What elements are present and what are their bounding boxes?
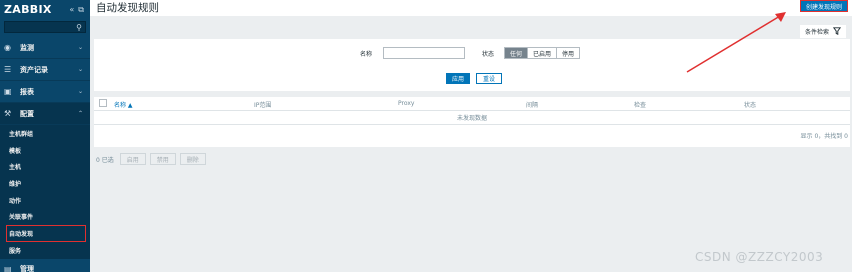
- menu-item-configuration[interactable]: ⚒ 配置 ⌃: [0, 103, 90, 125]
- submenu-item-templates[interactable]: 模板: [0, 142, 90, 159]
- menu-item-monitoring[interactable]: ◉ 监测 ⌄: [0, 37, 90, 59]
- wrench-icon: ⚒: [4, 109, 12, 118]
- paging-info: 显示 0，共找到 0: [800, 133, 848, 140]
- discovery-rules-table: 名称 ▲ IP范围 Proxy 间隔 检查 状态 未发现数据 显示 0，共找到 …: [94, 97, 850, 147]
- status-option-any[interactable]: 任何: [505, 48, 529, 58]
- column-header-proxy: Proxy: [398, 100, 415, 107]
- submenu-item-event-correlation[interactable]: 关联事件: [0, 208, 90, 225]
- filter-tab[interactable]: 条件检索: [800, 25, 846, 38]
- select-all-checkbox[interactable]: [99, 99, 107, 107]
- status-option-enabled[interactable]: 已启用: [528, 48, 558, 58]
- disable-button[interactable]: 禁用: [149, 153, 176, 165]
- chevron-up-icon: ⌃: [77, 110, 83, 117]
- list-icon: ☰: [4, 65, 12, 74]
- page-title: 自动发现规则: [96, 2, 159, 14]
- submenu-item-hosts[interactable]: 主机: [0, 158, 90, 175]
- admin-icon: ▤: [4, 264, 12, 272]
- sidebar: ZABBIX « ⧉ ⚲ ◉ 监测 ⌄ ☰ 资产记录 ⌄ ▣ 报表 ⌄ ⚒ 配置…: [0, 0, 90, 272]
- column-header-ip-range: IP范围: [254, 102, 272, 109]
- filter-icon: [832, 26, 842, 37]
- column-header-interval: 间隔: [526, 102, 539, 109]
- eye-icon: ◉: [4, 43, 11, 52]
- kiosk-mode-icon[interactable]: ⧉: [78, 5, 84, 15]
- menu-item-administration[interactable]: ▤ 管理: [0, 259, 90, 272]
- column-header-status: 状态: [744, 102, 757, 109]
- table-footer: 显示 0，共找到 0: [94, 125, 850, 145]
- delete-button[interactable]: 删除: [179, 153, 206, 165]
- status-segmented-control: 任何 已启用 停用: [504, 47, 581, 59]
- name-label: 名称: [360, 51, 373, 58]
- search-icon[interactable]: ⚲: [76, 23, 82, 32]
- submenu-item-maintenance[interactable]: 维护: [0, 175, 90, 192]
- menu-item-label: 资产记录: [20, 65, 48, 74]
- menu-item-label: 配置: [20, 109, 34, 118]
- filter-panel: 名称 状态 任何 已启用 停用 应用 重设: [94, 39, 850, 91]
- status-option-disabled[interactable]: 停用: [557, 48, 580, 58]
- main-content: 自动发现规则 创建发现规则 条件检索 名称 状态 任何 已启用 停用 应用 重设…: [90, 0, 852, 272]
- mass-actions-bar: 0 已选 启用 禁用 删除: [96, 153, 206, 165]
- name-input[interactable]: [383, 47, 465, 59]
- apply-button[interactable]: 应用: [446, 73, 471, 84]
- submenu-item-services[interactable]: 服务: [0, 242, 90, 259]
- enable-button[interactable]: 启用: [119, 153, 146, 165]
- configuration-submenu: 主机群组 模板 主机 维护 动作 关联事件 自动发现 服务: [0, 125, 90, 259]
- create-discovery-rule-button[interactable]: 创建发现规则: [799, 0, 848, 12]
- menu-item-label: 管理: [20, 265, 34, 272]
- submenu-item-actions[interactable]: 动作: [0, 192, 90, 209]
- submenu-item-host-groups[interactable]: 主机群组: [0, 125, 90, 142]
- menu-item-label: 报表: [20, 87, 34, 96]
- selected-count: 0 已选: [96, 156, 114, 164]
- watermark: CSDN @ZZZCY2003: [695, 250, 824, 264]
- reset-button[interactable]: 重设: [476, 73, 503, 84]
- filter-tab-label: 条件检索: [804, 29, 829, 36]
- menu-item-label: 监测: [20, 43, 34, 52]
- submenu-item-discovery[interactable]: 自动发现: [6, 225, 86, 242]
- chevron-down-icon: ⌄: [77, 88, 83, 95]
- column-header-checks: 检查: [634, 102, 647, 109]
- chevron-down-icon: ⌄: [77, 44, 83, 51]
- menu-item-reports[interactable]: ▣ 报表 ⌄: [0, 81, 90, 103]
- zabbix-logo[interactable]: ZABBIX: [4, 3, 52, 16]
- empty-table-message: 未发现数据: [94, 111, 850, 125]
- table-header: 名称 ▲ IP范围 Proxy 间隔 检查 状态: [94, 97, 850, 111]
- chart-icon: ▣: [4, 87, 12, 96]
- brand-bar: ZABBIX « ⧉: [0, 0, 90, 19]
- page-header: 自动发现规则 创建发现规则: [90, 0, 852, 16]
- status-label: 状态: [482, 51, 495, 58]
- sidebar-search-input[interactable]: ⚲: [4, 21, 86, 33]
- collapse-sidebar-icon[interactable]: «: [69, 5, 74, 15]
- chevron-down-icon: ⌄: [77, 66, 83, 73]
- column-header-name[interactable]: 名称 ▲: [114, 100, 133, 109]
- menu-item-inventory[interactable]: ☰ 资产记录 ⌄: [0, 59, 90, 81]
